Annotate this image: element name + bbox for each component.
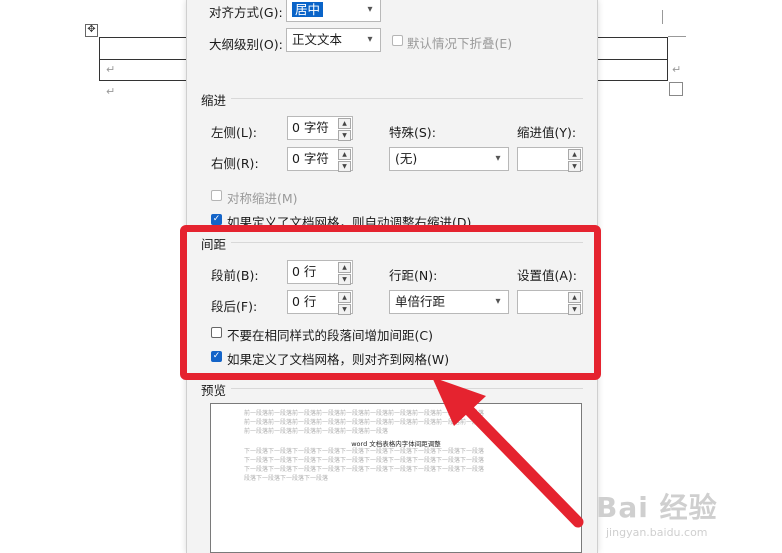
- watermark-url: jingyan.baidu.com: [606, 526, 708, 539]
- baidu-watermark: Bai 经验 jingyan.baidu.com: [596, 486, 718, 539]
- pointer-arrow-icon: [432, 377, 584, 528]
- watermark-logo: Bai 经验: [596, 491, 718, 524]
